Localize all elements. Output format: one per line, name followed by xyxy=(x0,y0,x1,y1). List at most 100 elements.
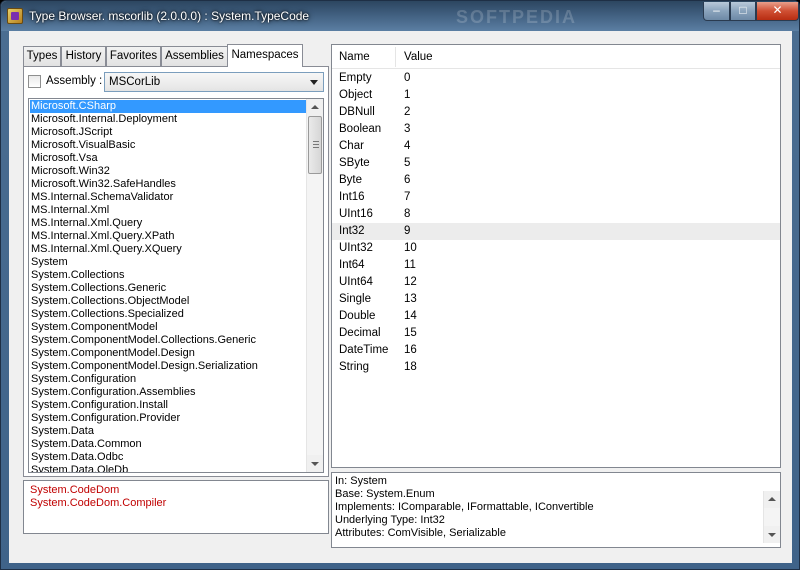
scroll-down-arrow-icon[interactable] xyxy=(764,526,780,543)
member-name: Int16 xyxy=(339,191,365,203)
member-row[interactable]: UInt32 10 xyxy=(332,240,780,257)
info-scrollbar[interactable] xyxy=(763,491,780,543)
assembly-selected-value: MSCorLib xyxy=(109,76,161,88)
watermark: SOFTPEDIA xyxy=(456,7,578,27)
member-value: 10 xyxy=(404,242,417,254)
tab-namespaces[interactable]: Namespaces xyxy=(227,44,303,67)
member-row[interactable]: Single 13 xyxy=(332,291,780,308)
info-line: Implements: IComparable, IFormattable, I… xyxy=(335,501,594,513)
member-value: 12 xyxy=(404,276,417,288)
namespace-item[interactable]: System.Configuration xyxy=(30,373,306,386)
namespace-item[interactable]: System.ComponentModel.Design.Serializati… xyxy=(30,360,306,373)
member-name: Empty xyxy=(339,72,372,84)
namespace-item[interactable]: System.Data xyxy=(30,425,306,438)
namespace-item[interactable]: Microsoft.VisualBasic xyxy=(30,139,306,152)
namespace-item[interactable]: Microsoft.CSharp xyxy=(30,100,306,113)
namespace-item[interactable]: MS.Internal.SchemaValidator xyxy=(30,191,306,204)
namespace-list-scrollbar[interactable] xyxy=(306,99,323,472)
column-header-value[interactable]: Value xyxy=(404,51,433,63)
namespace-item[interactable]: Microsoft.Internal.Deployment xyxy=(30,113,306,126)
reference-item[interactable]: System.CodeDom.Compiler xyxy=(30,497,166,510)
member-row[interactable]: Int16 7 xyxy=(332,189,780,206)
namespace-item[interactable]: System.Collections.ObjectModel xyxy=(30,295,306,308)
member-row[interactable]: Double 14 xyxy=(332,308,780,325)
namespace-item[interactable]: Microsoft.Win32.SafeHandles xyxy=(30,178,306,191)
namespace-item[interactable]: System.ComponentModel.Collections.Generi… xyxy=(30,334,306,347)
namespace-item[interactable]: MS.Internal.Xml.Query.XQuery xyxy=(30,243,306,256)
tab-favorites[interactable]: Favorites xyxy=(106,46,161,67)
namespace-item[interactable]: System.ComponentModel xyxy=(30,321,306,334)
assembly-label: Assembly : xyxy=(46,75,103,87)
scroll-down-arrow-icon[interactable] xyxy=(307,455,323,472)
member-value: 8 xyxy=(404,208,411,220)
maximize-button[interactable]: □ xyxy=(730,2,756,21)
member-row[interactable]: String 18 xyxy=(332,359,780,376)
tab-history[interactable]: History xyxy=(61,46,106,67)
member-row[interactable]: DBNull 2 xyxy=(332,104,780,121)
namespace-item[interactable]: System.ComponentModel.Design xyxy=(30,347,306,360)
member-value: 0 xyxy=(404,72,411,84)
member-value: 4 xyxy=(404,140,411,152)
namespace-item[interactable]: Microsoft.JScript xyxy=(30,126,306,139)
member-row[interactable]: Int32 9 xyxy=(332,223,780,240)
namespace-item[interactable]: Microsoft.Vsa xyxy=(30,152,306,165)
namespace-item[interactable]: System.Data.OleDb xyxy=(30,464,306,472)
references-list[interactable]: System.CodeDom System.CodeDom.Compiler xyxy=(23,480,329,534)
member-name: UInt64 xyxy=(339,276,373,288)
type-info-panel: In: System Base: System.Enum Implements: I… xyxy=(331,472,781,548)
close-button[interactable]: ✕ xyxy=(756,2,799,21)
info-line: Underlying Type: Int32 xyxy=(335,514,445,526)
assembly-dropdown[interactable]: MSCorLib xyxy=(104,72,324,92)
member-row[interactable]: UInt64 12 xyxy=(332,274,780,291)
members-list[interactable]: Name Value Empty 0 Object 1 DBNull 2 Boolean 3 C… xyxy=(331,44,781,468)
namespace-item[interactable]: MS.Internal.Xml.Query xyxy=(30,217,306,230)
assembly-checkbox[interactable] xyxy=(28,75,41,88)
assembly-filter: Assembly : MSCorLib xyxy=(28,72,324,92)
member-name: Int32 xyxy=(339,225,365,237)
member-value: 1 xyxy=(404,89,411,101)
type-browser-window: Type Browser. mscorlib (2.0.0.0) : Syste… xyxy=(0,0,800,570)
title-bar[interactable]: Type Browser. mscorlib (2.0.0.0) : Syste… xyxy=(1,1,799,31)
namespace-item[interactable]: Microsoft.Win32 xyxy=(30,165,306,178)
member-row[interactable]: Int64 11 xyxy=(332,257,780,274)
scroll-up-arrow-icon[interactable] xyxy=(307,99,323,116)
left-panel: Types History Favorites Assemblies Names… xyxy=(23,44,329,534)
namespace-item[interactable]: System.Configuration.Install xyxy=(30,399,306,412)
member-name: Object xyxy=(339,89,373,101)
minimize-button[interactable]: – xyxy=(703,2,730,21)
member-row[interactable]: Empty 0 xyxy=(332,70,780,87)
namespace-item[interactable]: System.Collections.Specialized xyxy=(30,308,306,321)
tab-types[interactable]: Types xyxy=(23,46,61,67)
namespace-item[interactable]: System.Data.Odbc xyxy=(30,451,306,464)
namespace-item[interactable]: System.Data.Common xyxy=(30,438,306,451)
member-row[interactable]: Char 4 xyxy=(332,138,780,155)
namespace-item[interactable]: System xyxy=(30,256,306,269)
reference-item[interactable]: System.CodeDom xyxy=(30,484,119,497)
member-row[interactable]: Boolean 3 xyxy=(332,121,780,138)
member-value: 2 xyxy=(404,106,411,118)
member-row[interactable]: Byte 6 xyxy=(332,172,780,189)
member-row[interactable]: Object 1 xyxy=(332,87,780,104)
namespace-item[interactable]: MS.Internal.Xml xyxy=(30,204,306,217)
column-header-name[interactable]: Name xyxy=(339,51,370,63)
scroll-thumb[interactable] xyxy=(308,116,322,174)
member-row[interactable]: DateTime 16 xyxy=(332,342,780,359)
member-value: 14 xyxy=(404,310,417,322)
member-row[interactable]: SByte 5 xyxy=(332,155,780,172)
member-value: 6 xyxy=(404,174,411,186)
member-name: Byte xyxy=(339,174,363,186)
member-value: 5 xyxy=(404,157,411,169)
namespace-item[interactable]: System.Configuration.Assemblies xyxy=(30,386,306,399)
namespace-item[interactable]: System.Configuration.Provider xyxy=(30,412,306,425)
namespace-item[interactable]: System.Collections xyxy=(30,269,306,282)
chevron-down-icon[interactable] xyxy=(310,80,318,85)
namespace-item[interactable]: System.Collections.Generic xyxy=(30,282,306,295)
tab-assemblies[interactable]: Assemblies xyxy=(161,46,228,67)
namespace-item[interactable]: MS.Internal.Xml.Query.XPath xyxy=(30,230,306,243)
member-row[interactable]: UInt16 8 xyxy=(332,206,780,223)
namespace-list[interactable]: Microsoft.CSharp Microsoft.Internal.Deplo… xyxy=(28,98,324,473)
scroll-up-arrow-icon[interactable] xyxy=(764,491,780,508)
member-row[interactable]: Decimal 15 xyxy=(332,325,780,342)
app-icon[interactable] xyxy=(7,8,23,24)
member-name: UInt32 xyxy=(339,242,373,254)
